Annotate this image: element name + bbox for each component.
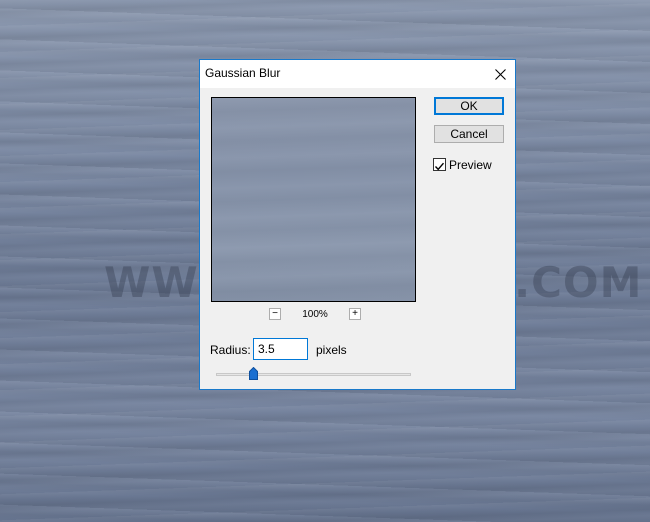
ok-button[interactable]: OK xyxy=(434,97,504,115)
close-button[interactable] xyxy=(485,60,515,88)
radius-slider-track[interactable] xyxy=(216,373,411,376)
dialog-title: Gaussian Blur xyxy=(205,66,281,80)
preview-label: Preview xyxy=(449,158,492,172)
preview-checkbox[interactable] xyxy=(433,158,446,171)
close-icon xyxy=(494,68,506,80)
cancel-button[interactable]: Cancel xyxy=(434,125,504,143)
zoom-in-button[interactable]: + xyxy=(349,308,361,320)
radius-unit-label: pixels xyxy=(316,343,347,357)
title-bar[interactable]: Gaussian Blur xyxy=(200,60,515,88)
gaussian-blur-dialog: Gaussian Blur − 100% + OK Cancel Preview… xyxy=(199,59,516,390)
radius-label: Radius: xyxy=(210,343,251,357)
zoom-level: 100% xyxy=(302,309,328,320)
radius-slider-thumb[interactable] xyxy=(248,367,258,380)
zoom-out-button[interactable]: − xyxy=(269,308,281,320)
checkmark-icon xyxy=(434,162,445,171)
radius-input[interactable] xyxy=(253,338,308,360)
blur-preview-area[interactable] xyxy=(211,97,416,302)
